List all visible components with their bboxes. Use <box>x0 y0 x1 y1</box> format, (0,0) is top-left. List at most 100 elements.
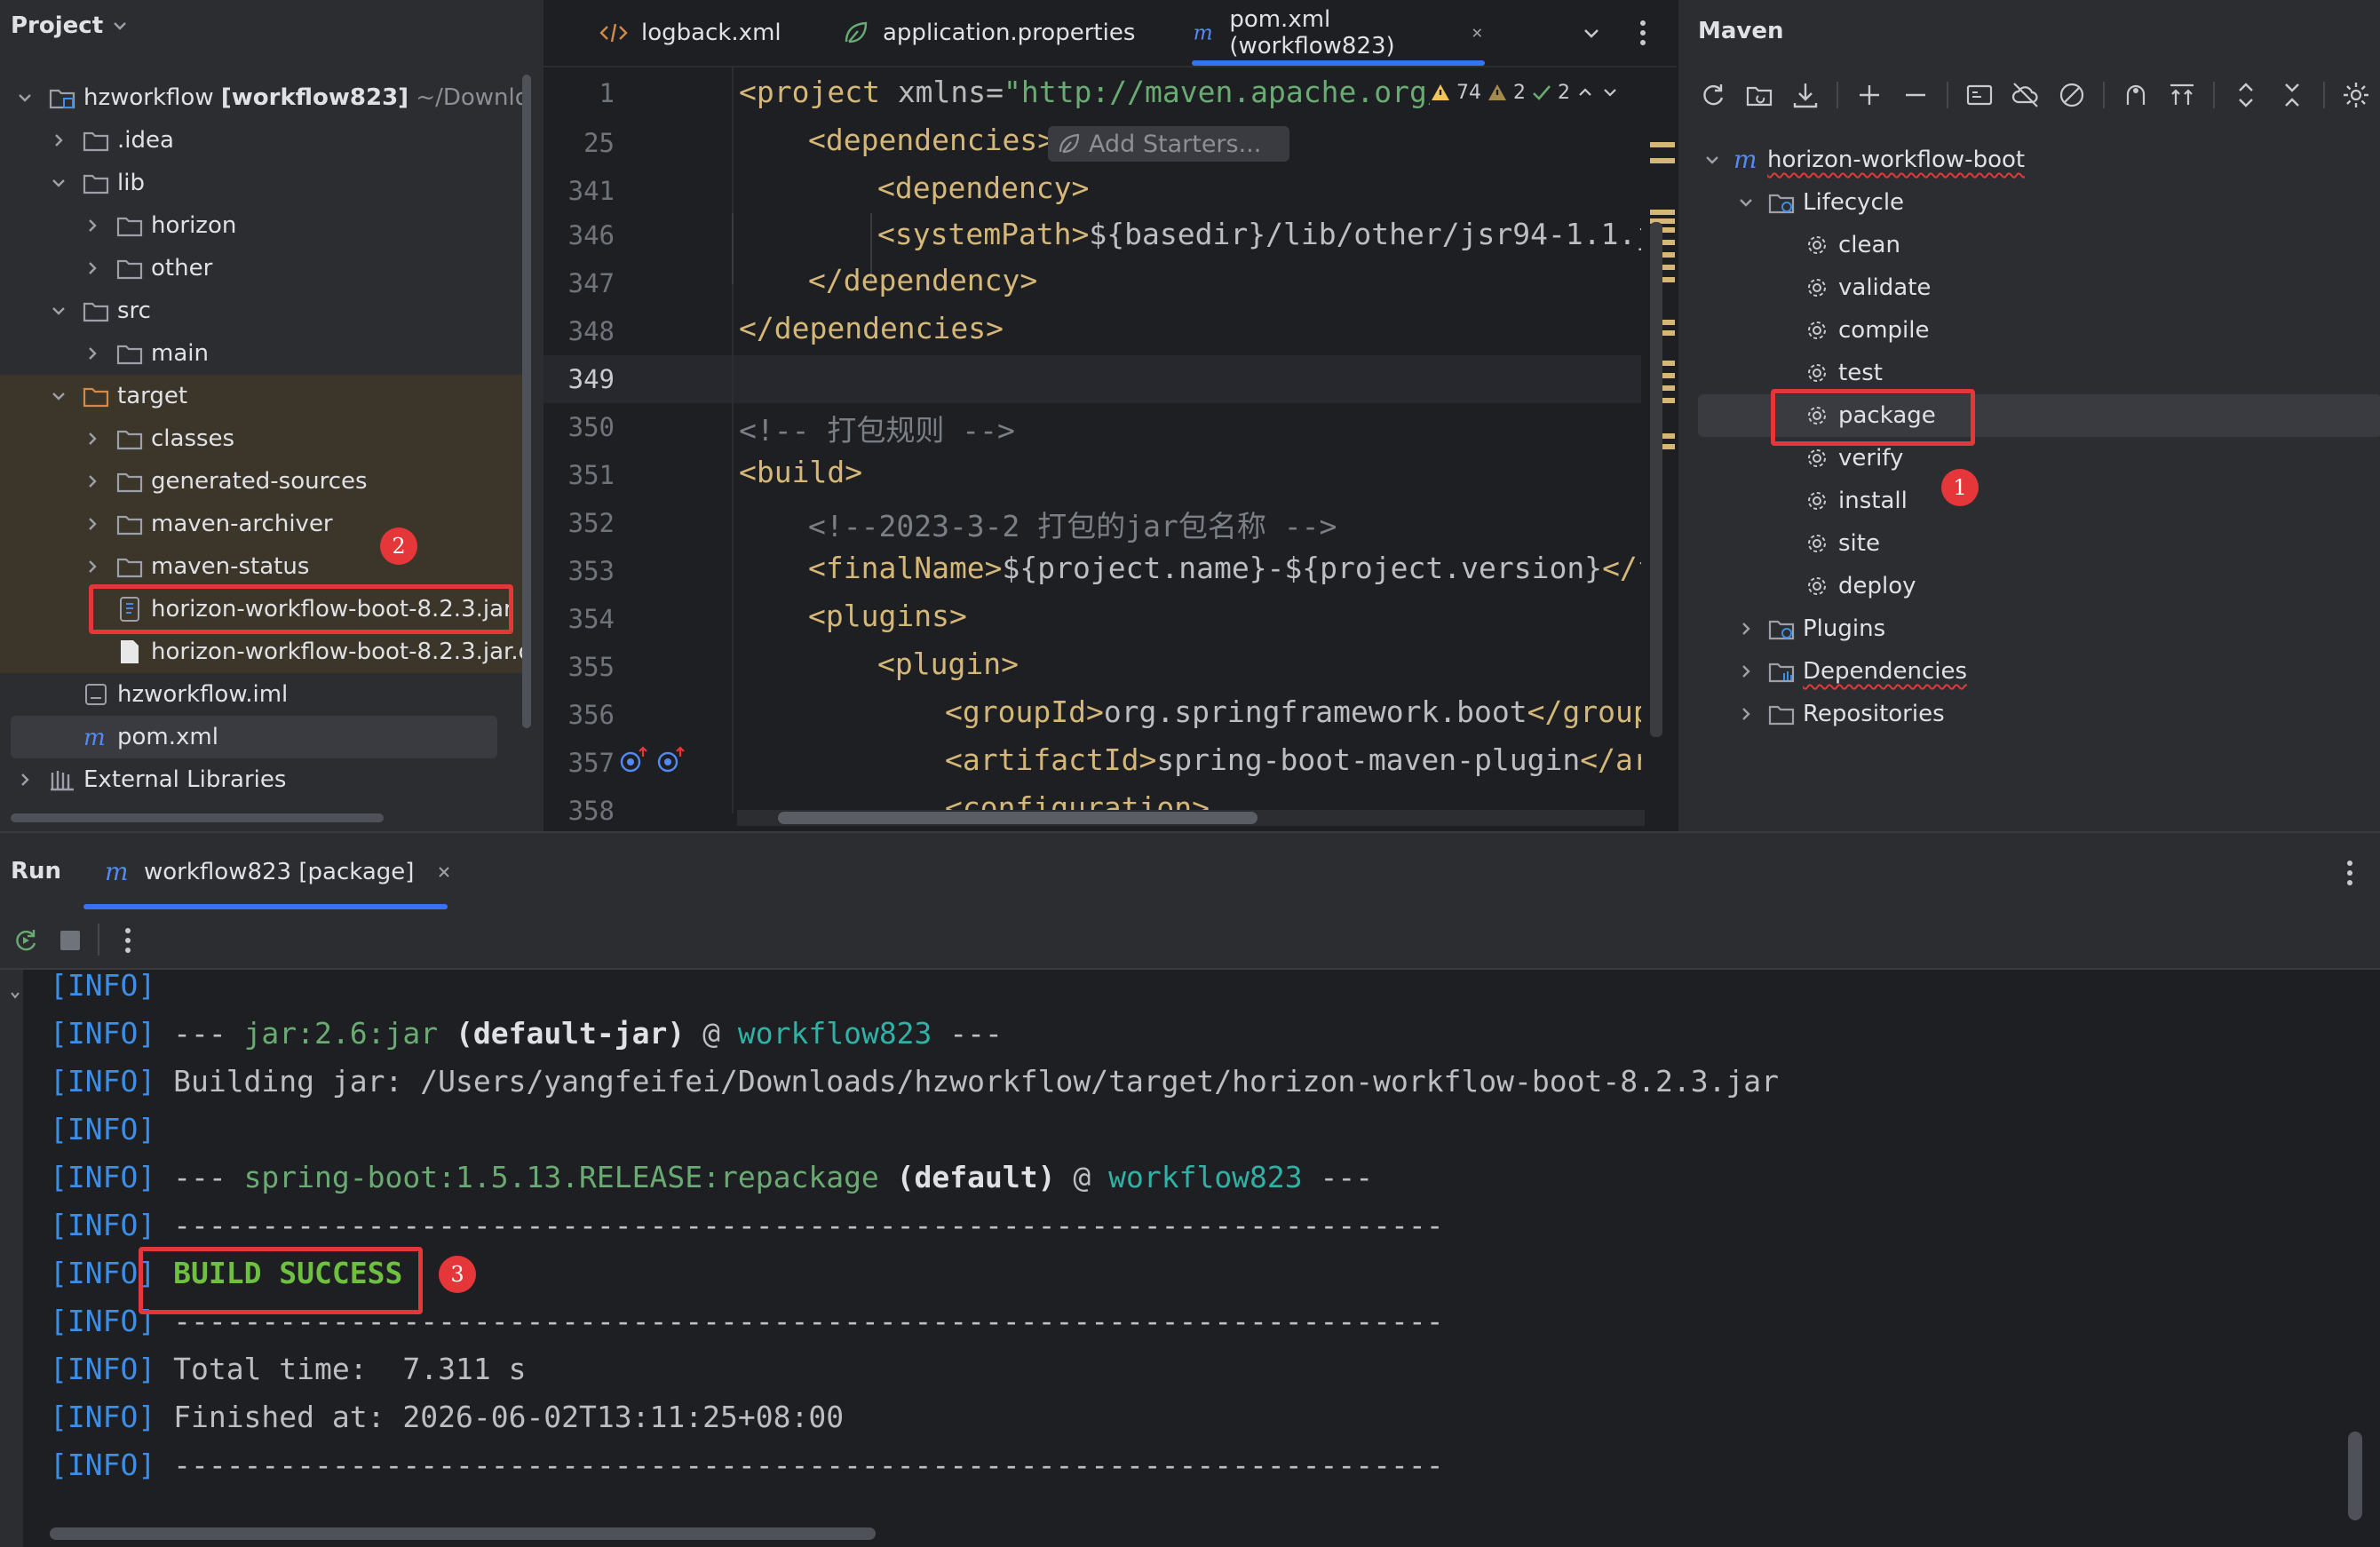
chevron-right-icon[interactable] <box>80 512 105 536</box>
chevron-down-icon[interactable] <box>1579 21 1604 46</box>
tree-item-main[interactable]: main <box>0 332 524 375</box>
reload-icon[interactable] <box>1698 80 1728 110</box>
collapse-all-icon[interactable] <box>2277 80 2307 110</box>
download-icon[interactable] <box>1790 80 1821 110</box>
chevron-down-icon[interactable] <box>1733 190 1758 215</box>
tree-item-generated-sources[interactable]: generated-sources <box>0 460 524 503</box>
lifecycle-goal-validate[interactable]: validate <box>1805 266 1931 309</box>
generate-sources-icon[interactable] <box>1744 80 1774 110</box>
project-view-selector[interactable]: Project <box>11 12 130 39</box>
fold-icon[interactable] <box>9 989 21 1002</box>
code-line-25[interactable]: <dependencies> <box>808 123 1055 157</box>
code-line-354[interactable]: <plugins> <box>808 599 967 633</box>
tree-item-iml[interactable]: hzworkflow.iml <box>0 673 524 716</box>
more-options-icon[interactable] <box>1638 18 1648 48</box>
project-vertical-scrollbar[interactable] <box>522 75 531 728</box>
maven-lifecycle-node[interactable]: Lifecycle <box>1733 181 1904 224</box>
chevron-down-icon[interactable] <box>1600 83 1620 102</box>
stop-icon[interactable] <box>57 927 83 954</box>
tree-item-lib[interactable]: lib <box>0 162 524 204</box>
maven-dependencies-node[interactable]: Dependencies <box>1733 650 1967 693</box>
code-line-355[interactable]: <plugin> <box>877 647 1019 681</box>
tree-item-jar-original[interactable]: horizon-workflow-boot-8.2.3.jar.or <box>0 631 524 673</box>
tab-application-properties[interactable]: application.properties <box>842 0 1135 66</box>
override-marker-icon[interactable] <box>618 744 654 776</box>
chevron-right-icon[interactable] <box>1733 616 1758 641</box>
tree-item-src[interactable]: src <box>0 290 524 332</box>
remove-icon[interactable] <box>1900 80 1931 110</box>
inspection-widget[interactable]: 74 2 2 <box>1430 75 1659 110</box>
tree-item-maven-status[interactable]: maven-status <box>0 545 524 588</box>
tree-item-maven-archiver[interactable]: maven-archiver <box>0 503 524 545</box>
rerun-icon[interactable] <box>11 925 41 956</box>
chevron-up-icon[interactable] <box>1575 83 1595 102</box>
code-line-357[interactable]: <artifactId>spring-boot-maven-plugin</ar… <box>945 742 1703 777</box>
toggle-lifecycle-icon[interactable] <box>2167 80 2197 110</box>
code-line-346[interactable]: <systemPath>${basedir}/lib/other/jsr94-1… <box>877 217 1707 251</box>
add-icon[interactable] <box>1854 80 1884 110</box>
warning-stripe-marker[interactable] <box>1650 210 1675 215</box>
run-tab-package[interactable]: m workflow823 [package] <box>83 833 472 911</box>
warning-stripe-marker[interactable] <box>1650 142 1675 147</box>
offline-mode-icon[interactable] <box>2011 80 2041 110</box>
chevron-right-icon[interactable] <box>80 341 105 366</box>
override-marker-icon[interactable] <box>655 744 691 776</box>
tree-item-external-libraries[interactable]: External Libraries <box>0 758 524 801</box>
console-vertical-scrollbar[interactable] <box>2348 1432 2362 1520</box>
lifecycle-goal-deploy[interactable]: deploy <box>1805 565 1916 607</box>
editor-horizontal-scrollbar[interactable] <box>778 812 1257 824</box>
tree-item-idea[interactable]: .idea <box>0 119 524 162</box>
gear-icon[interactable] <box>2341 80 2371 110</box>
project-horizontal-scrollbar[interactable] <box>11 813 384 822</box>
code-line-341[interactable]: <dependency> <box>877 171 1089 205</box>
chevron-right-icon[interactable] <box>80 554 105 579</box>
maven-project-node[interactable]: m horizon-workflow-boot <box>1700 139 2025 181</box>
maven-repositories-node[interactable]: Repositories <box>1733 693 1945 735</box>
lifecycle-goal-compile[interactable]: compile <box>1805 309 1929 352</box>
chevron-down-icon[interactable] <box>46 384 71 409</box>
code-line-347[interactable]: </dependency> <box>808 263 1037 298</box>
chevron-right-icon[interactable] <box>80 256 105 281</box>
lifecycle-goal-test[interactable]: test <box>1805 352 1883 394</box>
tree-item-classes[interactable]: classes <box>0 417 524 460</box>
chevron-right-icon[interactable] <box>12 767 37 792</box>
close-icon[interactable] <box>435 863 453 881</box>
chevron-right-icon[interactable] <box>80 213 105 238</box>
console-horizontal-scrollbar[interactable] <box>50 1527 876 1540</box>
code-line-351[interactable]: <build> <box>739 455 862 489</box>
close-icon[interactable] <box>1470 24 1485 42</box>
expand-all-icon[interactable] <box>2231 80 2261 110</box>
tree-item-other[interactable]: other <box>0 247 524 290</box>
lifecycle-goal-clean[interactable]: clean <box>1805 224 1900 266</box>
tab-logback[interactable]: logback.xml <box>599 0 781 66</box>
more-options-icon[interactable] <box>123 925 133 956</box>
tree-item-target[interactable]: target <box>0 375 524 417</box>
editor-vertical-scrollbar[interactable] <box>1650 222 1662 737</box>
chevron-down-icon[interactable] <box>46 298 71 323</box>
tab-pom-xml[interactable]: m pom.xml (workflow823) <box>1192 0 1485 66</box>
tree-item-horizon[interactable]: horizon <box>0 204 524 247</box>
code-line-1[interactable]: <project xmlns="http://maven.apache.org/ <box>739 75 1445 109</box>
chevron-down-icon[interactable] <box>12 85 37 110</box>
run-config-icon[interactable] <box>1964 80 1995 110</box>
more-options-icon[interactable] <box>2344 858 2355 888</box>
add-starters-button[interactable]: Add Starters... <box>1048 126 1289 162</box>
skip-tests-icon[interactable] <box>2057 80 2087 110</box>
code-line-352[interactable]: <!--2023-3-2 打包的jar包名称 --> <box>808 503 1337 545</box>
code-line-353[interactable]: <finalName>${project.name}-${project.ver… <box>808 551 1708 585</box>
maven-plugins-node[interactable]: Plugins <box>1733 607 1885 650</box>
chevron-right-icon[interactable] <box>80 469 105 494</box>
tree-item-pom[interactable]: m pom.xml <box>11 716 497 758</box>
tree-item-root[interactable]: hzworkflow [workflow823] ~/Download <box>0 76 524 119</box>
chevron-down-icon[interactable] <box>1700 147 1725 172</box>
chevron-right-icon[interactable] <box>46 128 71 153</box>
code-line-356[interactable]: <groupId>org.springframework.boot</group… <box>945 694 1686 729</box>
chevron-right-icon[interactable] <box>80 426 105 451</box>
code-line-348[interactable]: </dependencies> <box>739 311 1004 345</box>
chevron-right-icon[interactable] <box>1733 659 1758 684</box>
show-dependencies-icon[interactable] <box>2121 80 2151 110</box>
warning-stripe-marker[interactable] <box>1650 158 1675 163</box>
code-line-350[interactable]: <!-- 打包规则 --> <box>739 407 1015 449</box>
lifecycle-goal-site[interactable]: site <box>1805 522 1880 565</box>
lifecycle-goal-install[interactable]: install <box>1805 480 1908 522</box>
